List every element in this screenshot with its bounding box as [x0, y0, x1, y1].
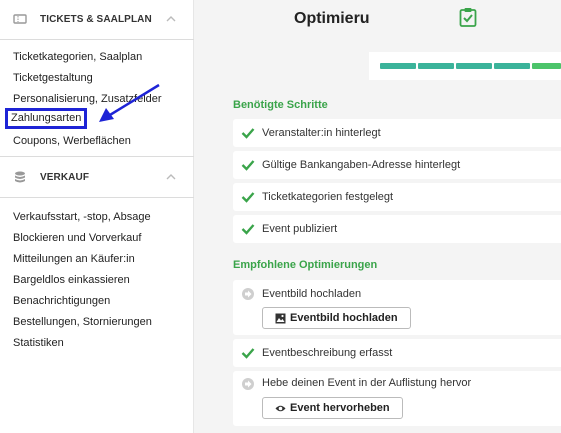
tickets-section-title: TICKETS & SAALPLAN: [40, 13, 152, 25]
sidebar-item-coupons[interactable]: Coupons, Werbeflächen: [13, 134, 131, 149]
sidebar-item-verkaufsstart[interactable]: Verkaufsstart, -stop, Absage: [13, 210, 151, 225]
page-title: Optimieru: [294, 10, 370, 27]
arrow-circle-right-icon: [242, 378, 254, 390]
progress-segment: [380, 63, 416, 69]
sidebar: TICKETS & SAALPLAN Ticketkategorien, Saa…: [0, 0, 194, 433]
progress-segment: [532, 63, 561, 69]
optimization-label: Hebe deinen Event in der Auflistung herv…: [262, 377, 472, 389]
required-steps-label: Benötigte Schritte: [233, 99, 328, 111]
step-card: Gültige Bankangaben-Adresse hinterlegt: [233, 151, 561, 179]
step-label: Gültige Bankangaben-Adresse hinterlegt: [262, 159, 461, 171]
chevron-up-icon[interactable]: [165, 13, 177, 25]
progress-bar: [369, 52, 561, 80]
check-icon: [241, 348, 255, 359]
step-label: Veranstalter:in hinterlegt: [262, 127, 381, 139]
progress-segment: [456, 63, 492, 69]
progress-segment: [494, 63, 530, 69]
arrow-circle-right-icon: [242, 288, 254, 300]
clipboard-check-icon: [459, 8, 477, 27]
step-card: Event publiziert: [233, 215, 561, 243]
sidebar-item-mitteilungen[interactable]: Mitteilungen an Käufer:in: [13, 252, 135, 267]
sidebar-item-zahlungsarten[interactable]: Zahlungsarten: [5, 108, 88, 129]
eye-icon: [275, 405, 286, 411]
check-icon: [241, 160, 255, 171]
divider: [0, 39, 194, 40]
optimization-label: Eventbild hochladen: [262, 288, 362, 300]
divider: [0, 197, 194, 198]
button-label: Eventbild hochladen: [290, 312, 398, 324]
recommended-label: Empfohlene Optimierungen: [233, 259, 378, 271]
check-icon: [241, 192, 255, 203]
sidebar-item-personalisierung[interactable]: Personalisierung, Zusatzfelder: [13, 92, 162, 107]
sidebar-item-statistiken[interactable]: Statistiken: [13, 336, 64, 351]
progress-segment: [418, 63, 454, 69]
sidebar-item-bargeldlos[interactable]: Bargeldlos einkassieren: [13, 273, 130, 288]
check-icon: [241, 224, 255, 235]
highlight-event-button[interactable]: Event hervorheben: [262, 397, 403, 419]
upload-event-image-button[interactable]: Eventbild hochladen: [262, 307, 411, 329]
button-label: Event hervorheben: [290, 402, 390, 414]
optimization-card: Hebe deinen Event in der Auflistung herv…: [233, 371, 561, 426]
sidebar-item-bestellungen[interactable]: Bestellungen, Stornierungen: [13, 315, 152, 330]
image-icon: [275, 313, 286, 323]
chevron-up-icon[interactable]: [165, 171, 177, 183]
sidebar-item-benachrichtigungen[interactable]: Benachrichtigungen: [13, 294, 110, 309]
coins-icon: [15, 171, 25, 183]
step-card: Veranstalter:in hinterlegt: [233, 119, 561, 147]
divider: [0, 156, 194, 157]
check-icon: [241, 128, 255, 139]
optimization-card: Eventbeschreibung erfasst: [233, 339, 561, 367]
optimization-card: Eventbild hochladen Eventbild hochladen: [233, 280, 561, 335]
optimization-label: Eventbeschreibung erfasst: [262, 347, 393, 359]
sidebar-item-blockieren[interactable]: Blockieren und Vorverkauf: [13, 231, 141, 246]
step-label: Event publiziert: [262, 223, 338, 235]
sales-section-header[interactable]: VERKAUF: [0, 158, 194, 196]
tickets-section-header[interactable]: TICKETS & SAALPLAN: [0, 0, 194, 38]
sidebar-item-ticketkategorien[interactable]: Ticketkategorien, Saalplan: [13, 50, 142, 65]
ticket-icon: [13, 14, 27, 24]
step-label: Ticketkategorien festgelegt: [262, 191, 394, 203]
sidebar-item-ticketgestaltung[interactable]: Ticketgestaltung: [13, 71, 93, 86]
step-card: Ticketkategorien festgelegt: [233, 183, 561, 211]
sales-section-title: VERKAUF: [40, 171, 90, 183]
